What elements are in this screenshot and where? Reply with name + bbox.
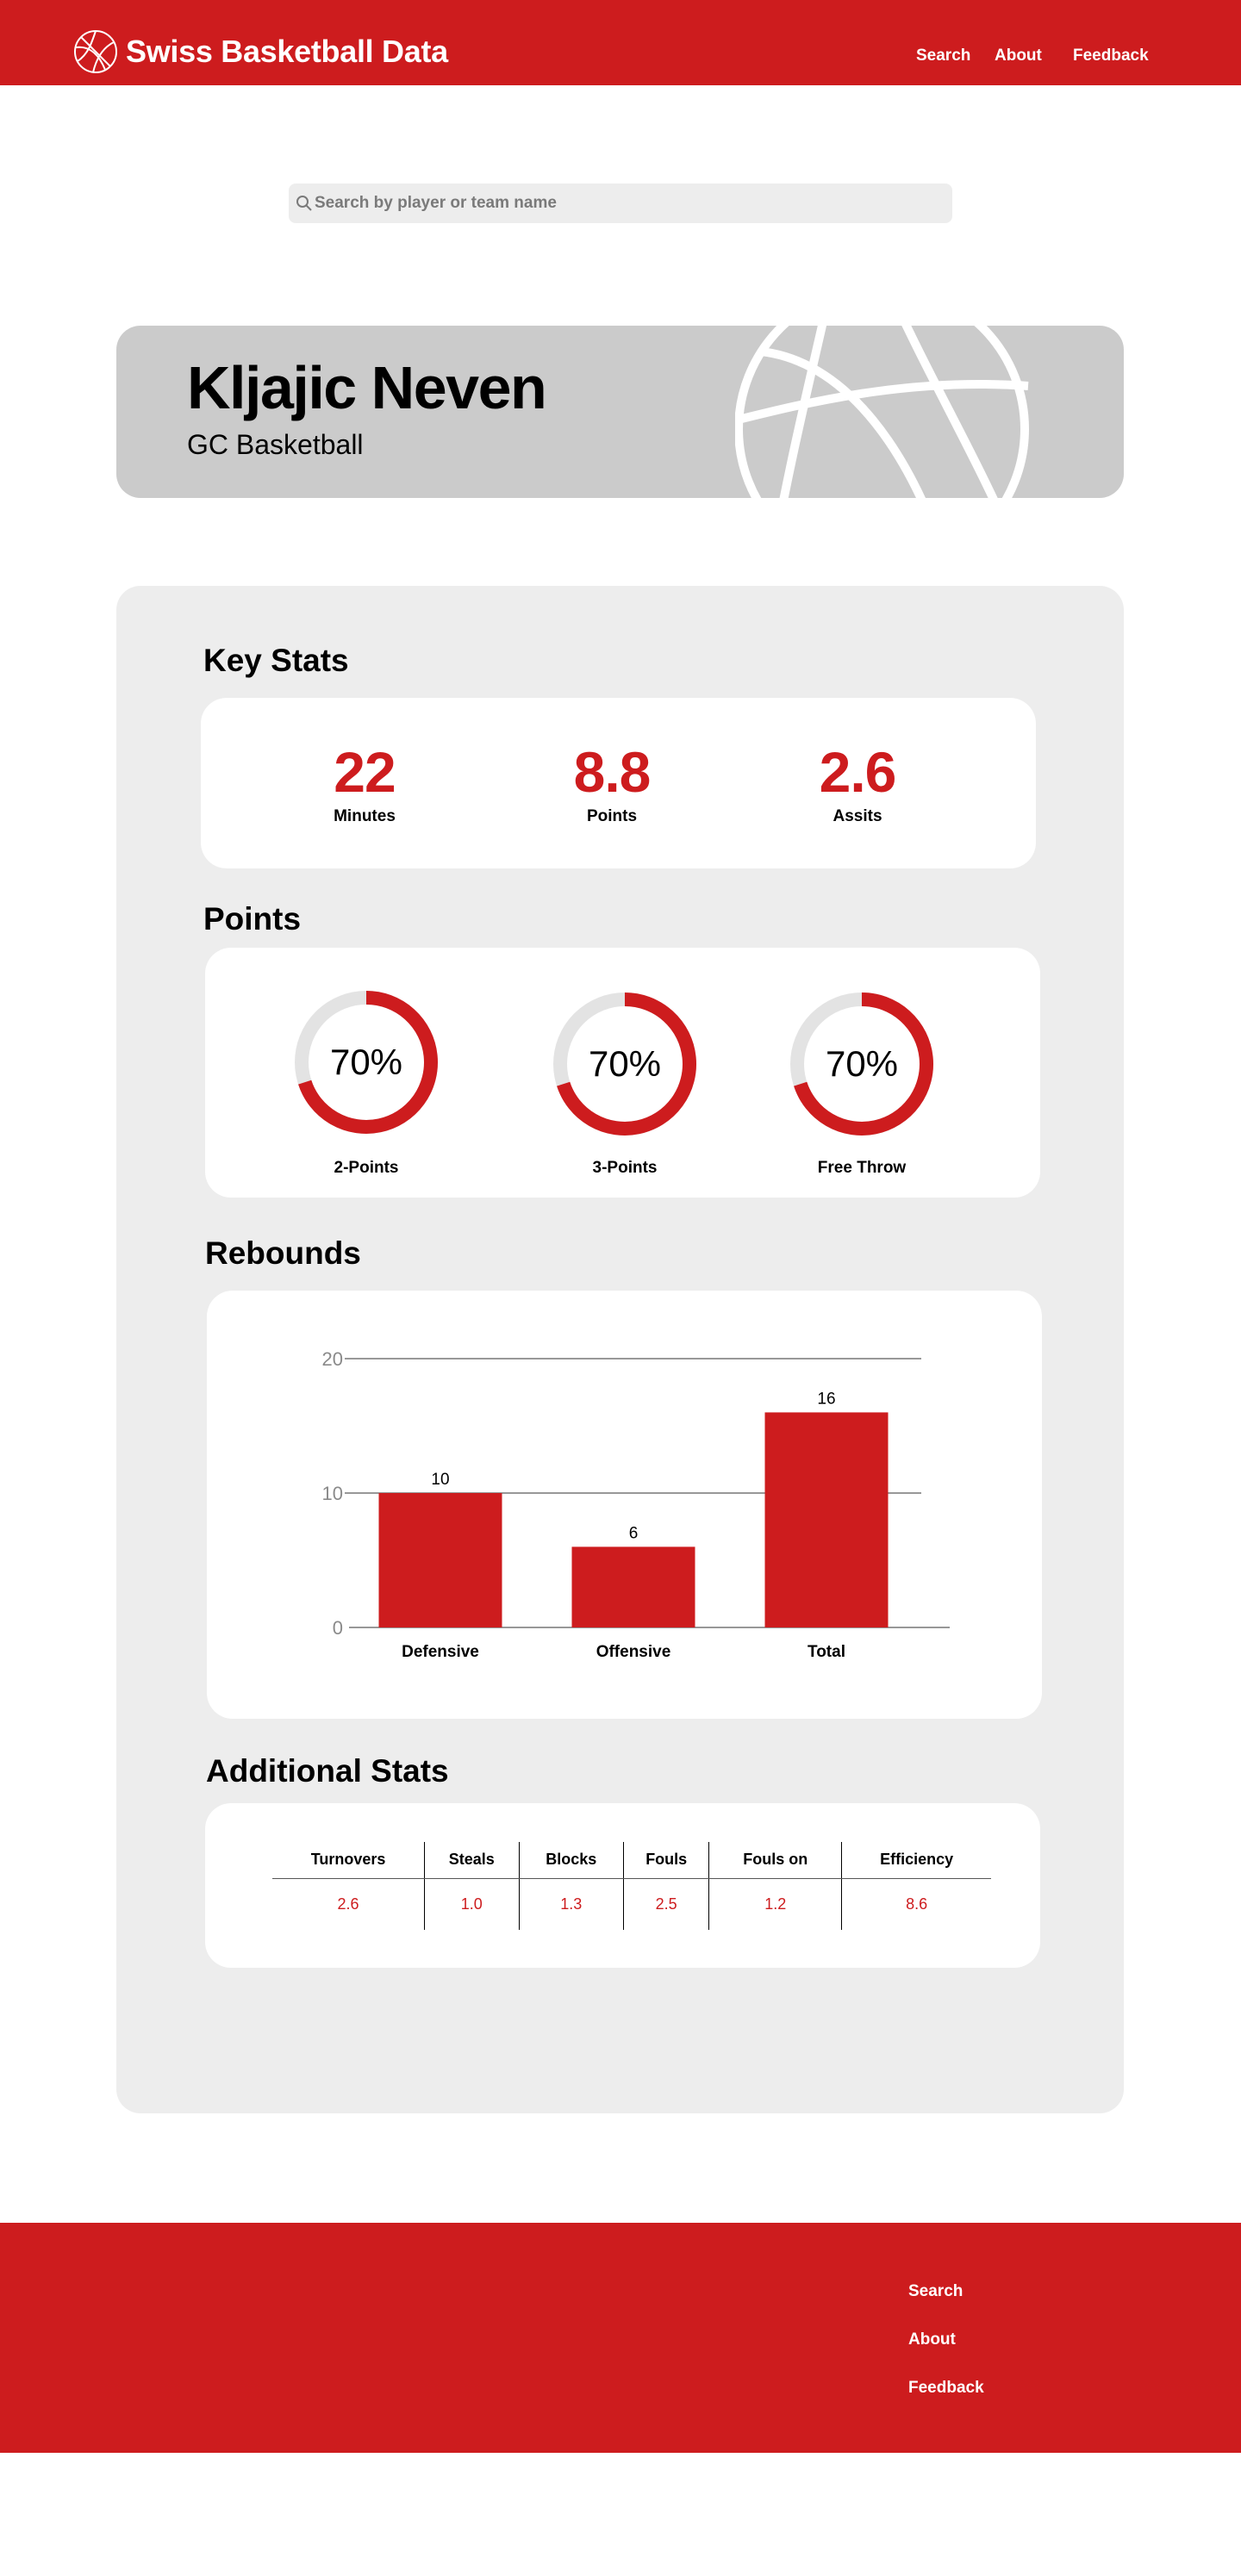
footer-feedback-link[interactable]: Feedback (908, 2378, 984, 2399)
x-tick-label: Total (808, 1643, 845, 1661)
points-title: Points (203, 901, 302, 936)
donut-label: 3-Points (592, 1159, 658, 1177)
key-stat-value: 22 (334, 740, 396, 804)
x-tick-label: Defensive (402, 1643, 479, 1661)
rebounds-title: Rebounds (205, 1235, 361, 1271)
data-label: 16 (817, 1390, 835, 1408)
donut-percent: 70% (329, 1042, 403, 1082)
key-stat-label: Assits (833, 807, 882, 825)
rebounds-card: 0 10 20 10 Defensive 6 Offensive 16 Total (207, 1291, 1042, 1719)
data-label: 10 (431, 1471, 449, 1489)
table-header-cell: Blocks (518, 1842, 624, 1879)
bar-total (764, 1412, 889, 1627)
nav-search-link[interactable]: Search (916, 45, 970, 67)
table-cell: 1.2 (708, 1878, 842, 1930)
additional-stats-table: Turnovers Steals Blocks Fouls Fouls on E… (272, 1842, 991, 1930)
site-header: Swiss Basketball Data Search About Feedb… (0, 0, 1241, 85)
y-tick-label: 10 (322, 1483, 343, 1504)
table-cell: 1.3 (518, 1878, 624, 1930)
basketball-watermark-icon (735, 326, 1029, 498)
additional-stats-title: Additional Stats (206, 1753, 449, 1789)
table-header-cell: Turnovers (272, 1842, 425, 1879)
basketball-icon[interactable] (72, 28, 119, 75)
search-icon (296, 196, 312, 211)
table-cell: 8.6 (841, 1878, 991, 1930)
player-banner: Kljajic Neven GC Basketball (116, 326, 1124, 498)
table-row: 2.6 1.0 1.3 2.5 1.2 8.6 (272, 1878, 991, 1930)
points-card: 70% 2-Points 70% 3-Points 70% Free Throw (205, 948, 1040, 1198)
stats-panel: Key Stats 22 Minutes 8.8 Points 2.6 Assi… (116, 586, 1124, 2113)
table-cell: 1.0 (424, 1878, 520, 1930)
table-header-cell: Fouls (623, 1842, 709, 1879)
bar-defensive (378, 1493, 502, 1627)
site-footer: Search About Feedback (0, 2223, 1241, 2453)
table-header-cell: Fouls on (708, 1842, 842, 1879)
nav-about-link[interactable]: About (995, 45, 1042, 67)
site-title[interactable]: Swiss Basketball Data (126, 33, 448, 71)
table-header-cell: Efficiency (841, 1842, 991, 1879)
key-stat-label: Points (586, 807, 638, 825)
donut-label: 2-Points (334, 1159, 399, 1177)
footer-about-link[interactable]: About (908, 2330, 956, 2350)
key-stat-value: 2.6 (819, 740, 897, 804)
player-name: Kljajic Neven (187, 354, 547, 421)
donut-label: Free Throw (817, 1159, 907, 1177)
nav-feedback-link[interactable]: Feedback (1073, 45, 1149, 67)
team-name[interactable]: GC Basketball (187, 427, 364, 462)
key-stats-title: Key Stats (203, 643, 349, 678)
bar-offensive (571, 1546, 695, 1627)
key-stat-points: 8.8 Points (526, 741, 698, 827)
key-stat-assists: 2.6 Assits (771, 741, 944, 827)
y-tick-label: 20 (322, 1348, 343, 1370)
key-stats-card: 22 Minutes 8.8 Points 2.6 Assits (201, 698, 1036, 868)
data-label: 6 (629, 1524, 639, 1542)
donut-percent: 70% (588, 1043, 662, 1084)
key-stat-value: 8.8 (573, 740, 652, 804)
x-tick-label: Offensive (596, 1643, 671, 1661)
y-tick-label: 0 (333, 1617, 343, 1639)
key-stat-label: Minutes (334, 807, 396, 825)
table-cell: 2.6 (337, 1895, 359, 1913)
table-header-cell: Steals (424, 1842, 520, 1879)
additional-stats-card: Turnovers Steals Blocks Fouls Fouls on E… (205, 1803, 1040, 1968)
search-input[interactable] (315, 184, 944, 223)
donut-percent: 70% (825, 1043, 899, 1084)
table-header-row: Turnovers Steals Blocks Fouls Fouls on E… (272, 1842, 991, 1879)
table-cell: 2.5 (623, 1878, 709, 1930)
key-stat-minutes: 22 Minutes (278, 741, 451, 827)
footer-search-link[interactable]: Search (908, 2281, 963, 2302)
search-bar[interactable] (289, 184, 952, 223)
rebounds-bar-chart: 0 10 20 10 Defensive 6 Offensive 16 Total (322, 1348, 950, 1661)
